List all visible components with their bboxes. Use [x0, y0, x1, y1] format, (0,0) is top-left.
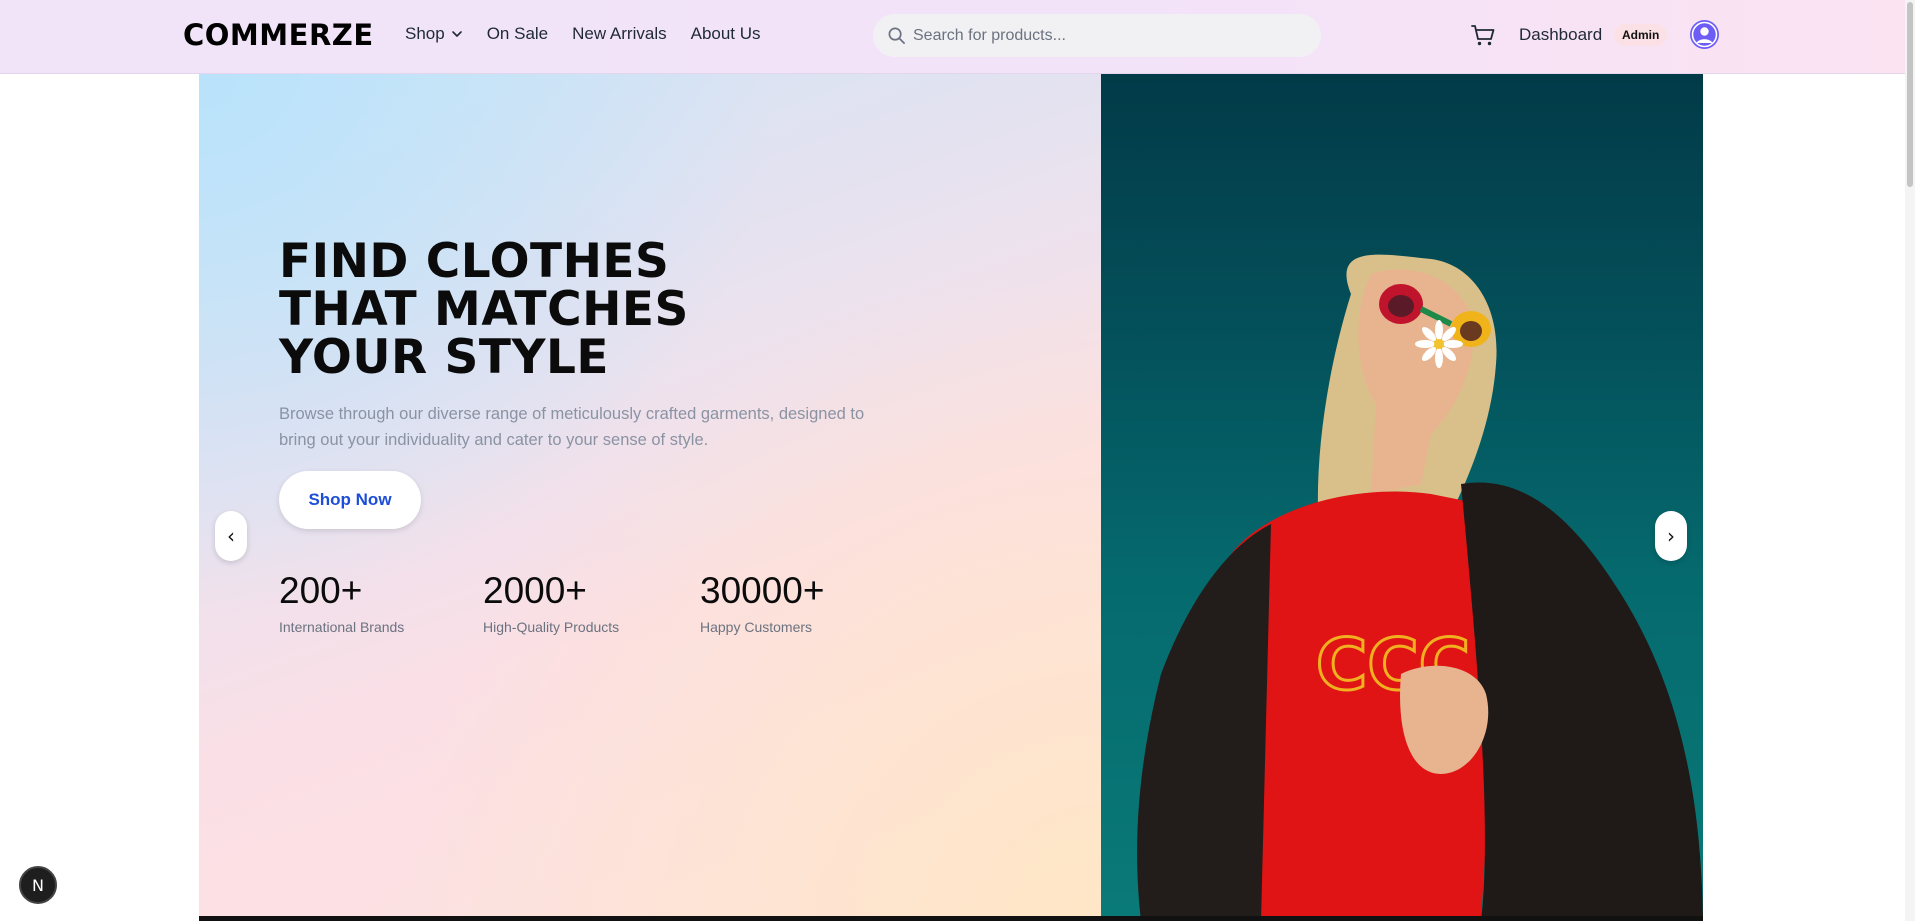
user-avatar-icon[interactable]	[1690, 20, 1719, 49]
stat-brands: 200+ International Brands	[279, 569, 404, 635]
page-scrollbar[interactable]	[1905, 0, 1915, 921]
top-navbar: COMMERZE Shop On Sale New Arrivals About…	[0, 0, 1905, 74]
nav-on-sale[interactable]: On Sale	[487, 24, 548, 44]
role-badge: Admin	[1614, 24, 1668, 46]
headline-line-1: FIND CLOTHES	[279, 234, 670, 289]
stat-value: 30000+	[700, 570, 825, 611]
brand-logo[interactable]: COMMERZE	[183, 18, 374, 52]
stat-label: Happy Customers	[700, 619, 813, 635]
headline-line-2: THAT MATCHES	[279, 282, 689, 337]
hero-headline: FIND CLOTHES THAT MATCHES YOUR STYLE	[279, 238, 839, 382]
stat-label: International Brands	[279, 619, 405, 635]
nav-shop-label: Shop	[405, 24, 445, 43]
nav-about-us[interactable]: About Us	[691, 24, 761, 44]
main-nav: Shop On Sale New Arrivals About Us	[405, 24, 761, 44]
search-icon	[888, 27, 905, 44]
avatar-silhouette	[1691, 21, 1718, 48]
nav-shop[interactable]: Shop	[405, 24, 463, 44]
chevron-down-icon	[451, 31, 462, 37]
search-bar	[873, 14, 1321, 57]
nav-new-arrivals[interactable]: New Arrivals	[572, 24, 666, 44]
shop-now-button[interactable]: Shop Now	[279, 471, 421, 529]
stat-label: High-Quality Products	[483, 619, 620, 635]
stat-products: 2000+ High-Quality Products	[483, 569, 619, 635]
section-divider	[199, 916, 1703, 921]
stat-customers: 30000+ Happy Customers	[700, 569, 825, 635]
dashboard-link[interactable]: Dashboard	[1519, 25, 1602, 45]
stat-value: 2000+	[483, 570, 587, 611]
page: COMMERZE Shop On Sale New Arrivals About…	[0, 0, 1915, 921]
model-illustration: CCC	[1137, 254, 1703, 921]
dev-tools-badge[interactable]: N	[19, 866, 57, 904]
hero-model-image: CCC	[1101, 74, 1703, 921]
cart-icon[interactable]	[1470, 22, 1496, 48]
hero-subtitle: Browse through our diverse range of meti…	[279, 405, 865, 449]
carousel-prev-button[interactable]: ‹	[215, 511, 247, 561]
carousel-next-button[interactable]: ›	[1655, 511, 1687, 561]
scrollbar-thumb[interactable]	[1907, 2, 1913, 187]
headline-line-3: YOUR STYLE	[279, 330, 610, 385]
stat-value: 200+	[279, 570, 363, 611]
search-input[interactable]	[913, 14, 1313, 57]
